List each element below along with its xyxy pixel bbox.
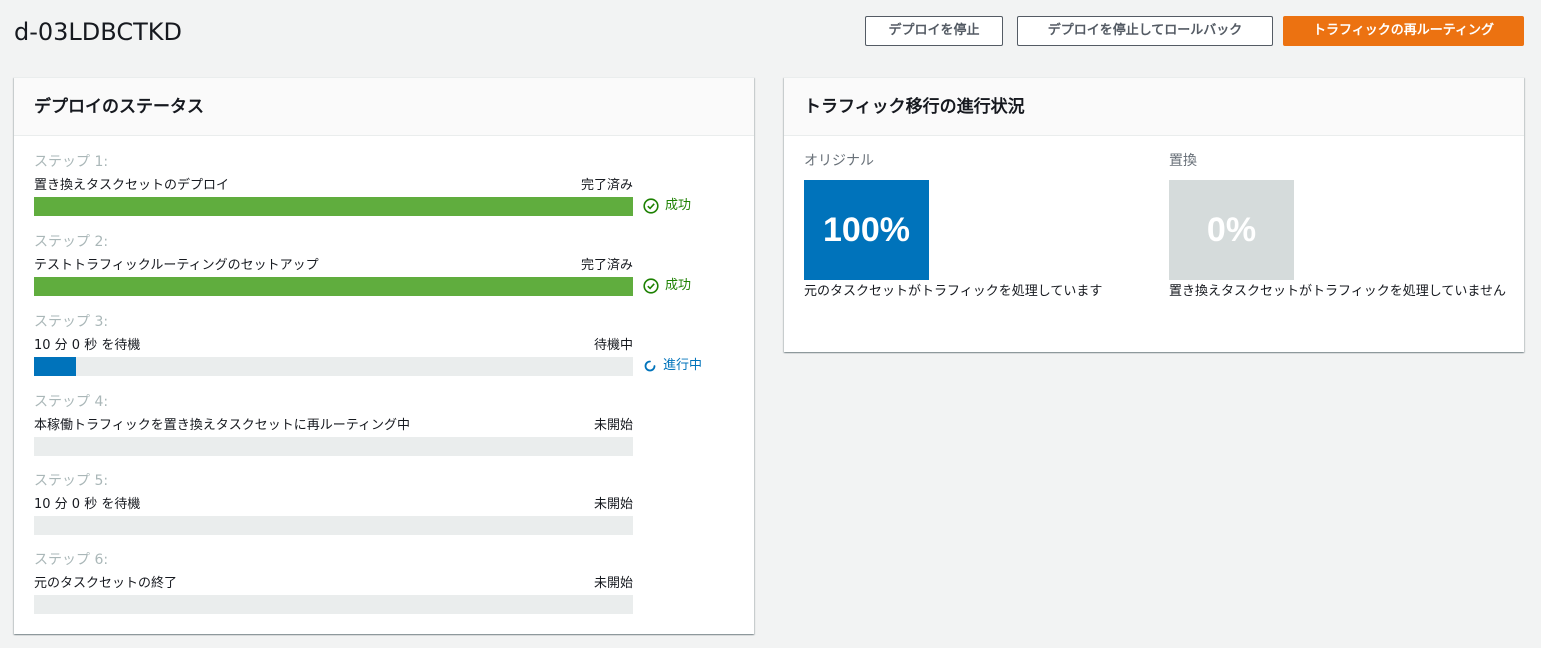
step-progress-fill [34, 357, 76, 376]
step-progress-bar [34, 437, 633, 456]
original-percent-box: 100% [804, 180, 929, 280]
step-number: ステップ 2: [34, 234, 109, 250]
step-number: ステップ 5: [34, 473, 109, 489]
step-result-text: 成功 [665, 198, 692, 213]
step-3: ステップ 3: 10 分 0 秒 を待機 待機中 進行中 [34, 313, 724, 376]
step-number: ステップ 3: [34, 314, 109, 330]
step-result-text: 進行中 [663, 358, 703, 373]
replacement-label: 置換 [1169, 153, 1197, 169]
step-label: 10 分 0 秒 を待機 [34, 497, 141, 512]
step-progress-bar [34, 197, 633, 216]
step-result: 成功 [643, 277, 691, 295]
step-progress-bar [34, 595, 633, 614]
original-label: オリジナル [804, 153, 874, 169]
replacement-traffic: 置換 0% 置き換えタスクセットがトラフィックを処理していません [1169, 152, 1509, 301]
step-label: 元のタスクセットの終了 [34, 576, 178, 591]
step-result-text: 成功 [665, 278, 692, 293]
deployment-status-panel: デプロイのステータス ステップ 1: 置き換えタスクセットのデプロイ 完了済み … [14, 77, 754, 634]
spinner-icon [644, 360, 656, 372]
step-state: 完了済み [580, 258, 633, 273]
step-2: ステップ 2: テストトラフィックルーティングのセットアップ 完了済み 成功 [34, 233, 724, 296]
reroute-traffic-button[interactable]: トラフィックの再ルーティング [1283, 16, 1524, 46]
step-progress-bar [34, 516, 633, 535]
step-progress-fill [34, 197, 633, 216]
step-number: ステップ 4: [34, 394, 109, 410]
step-number: ステップ 1: [34, 154, 109, 170]
deployment-status-title: デプロイのステータス [14, 78, 754, 136]
step-progress-fill [34, 277, 633, 296]
step-6: ステップ 6: 元のタスクセットの終了 未開始 [34, 551, 724, 614]
success-check-icon [643, 278, 659, 294]
step-label: テストトラフィックルーティングのセットアップ [34, 258, 319, 273]
step-progress-bar [34, 357, 633, 376]
step-label: 10 分 0 秒 を待機 [34, 338, 141, 353]
step-state: 未開始 [593, 418, 633, 433]
step-label: 本稼働トラフィックを置き換えタスクセットに再ルーティング中 [34, 418, 410, 433]
replacement-description: 置き換えタスクセットがトラフィックを処理していません [1169, 284, 1506, 299]
success-check-icon [643, 198, 659, 214]
traffic-shift-panel: トラフィック移行の進行状況 オリジナル 100% 元のタスクセットがトラフィック… [784, 77, 1524, 352]
stop-deployment-button[interactable]: デプロイを停止 [865, 16, 1003, 46]
step-progress-bar [34, 277, 633, 296]
page-title: d-03LDBCTKD [14, 18, 182, 46]
step-number: ステップ 6: [34, 552, 109, 568]
step-result: 進行中 [643, 357, 702, 375]
original-traffic: オリジナル 100% 元のタスクセットがトラフィックを処理しています [804, 152, 1144, 301]
traffic-shift-title: トラフィック移行の進行状況 [784, 78, 1524, 136]
step-state: 完了済み [580, 178, 633, 193]
original-description: 元のタスクセットがトラフィックを処理しています [804, 284, 1103, 299]
step-state: 待機中 [593, 338, 633, 353]
replacement-percent-box: 0% [1169, 180, 1294, 280]
step-1: ステップ 1: 置き換えタスクセットのデプロイ 完了済み 成功 [34, 153, 724, 216]
step-5: ステップ 5: 10 分 0 秒 を待機 未開始 [34, 472, 724, 535]
step-4: ステップ 4: 本稼働トラフィックを置き換えタスクセットに再ルーティング中 未開… [34, 393, 724, 456]
step-label: 置き換えタスクセットのデプロイ [34, 178, 230, 193]
step-result: 成功 [643, 197, 691, 215]
stop-and-rollback-button[interactable]: デプロイを停止してロールバック [1017, 16, 1273, 46]
step-state: 未開始 [593, 576, 633, 591]
step-state: 未開始 [593, 497, 633, 512]
